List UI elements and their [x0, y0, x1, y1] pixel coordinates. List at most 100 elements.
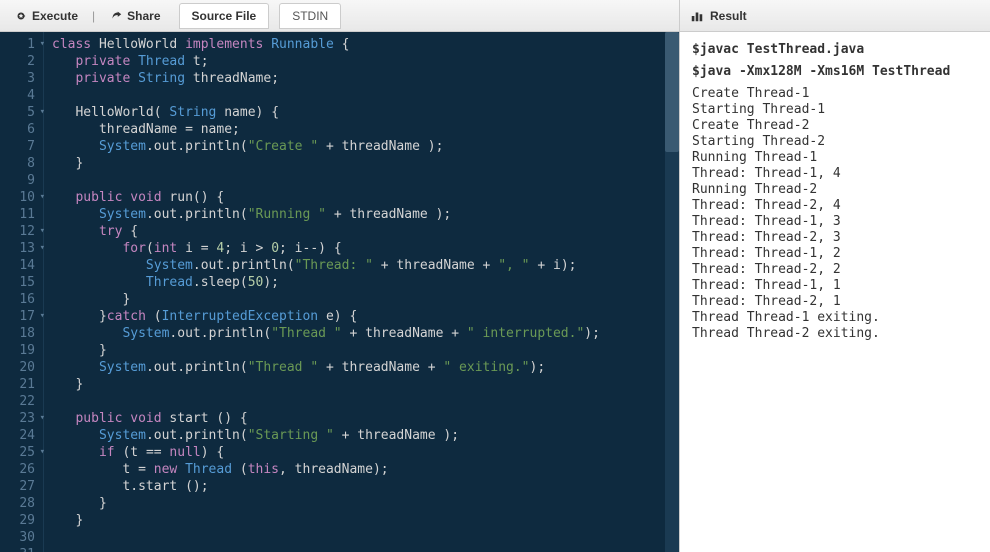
code-line[interactable]: public void run() {	[52, 189, 657, 206]
line-number: 2	[0, 53, 43, 70]
output-line: Thread: Thread-2, 3	[692, 230, 978, 246]
line-number: 24	[0, 427, 43, 444]
output-line: Thread Thread-2 exiting.	[692, 326, 978, 342]
code-line[interactable]: threadName = name;	[52, 121, 657, 138]
result-title: Result	[710, 9, 747, 23]
line-number: 22	[0, 393, 43, 410]
output-line: Create Thread-1	[692, 86, 978, 102]
line-number: 30	[0, 529, 43, 546]
line-number: 9	[0, 172, 43, 189]
output-line: Create Thread-2	[692, 118, 978, 134]
toolbar-separator: |	[92, 9, 95, 23]
line-number: 16	[0, 291, 43, 308]
output-line: Running Thread-1	[692, 150, 978, 166]
output-line: Thread: Thread-1, 1	[692, 278, 978, 294]
code-line[interactable]: t = new Thread (this, threadName);	[52, 461, 657, 478]
code-line[interactable]: public void start () {	[52, 410, 657, 427]
output-line: Starting Thread-1	[692, 102, 978, 118]
line-number: 21	[0, 376, 43, 393]
code-line[interactable]: System.out.println("Thread: " + threadNa…	[52, 257, 657, 274]
line-number: 15	[0, 274, 43, 291]
output-line: Thread: Thread-1, 2	[692, 246, 978, 262]
code-line[interactable]: }	[52, 495, 657, 512]
line-number: 23	[0, 410, 43, 427]
output-line: Running Thread-2	[692, 182, 978, 198]
execute-button[interactable]: Execute	[6, 5, 86, 27]
code-line[interactable]: try {	[52, 223, 657, 240]
execute-label: Execute	[32, 9, 78, 23]
line-number: 14	[0, 257, 43, 274]
line-number: 25	[0, 444, 43, 461]
line-number: 8	[0, 155, 43, 172]
line-number: 17	[0, 308, 43, 325]
code-line[interactable]: System.out.println("Starting " + threadN…	[52, 427, 657, 444]
tab-stdin[interactable]: STDIN	[279, 3, 341, 29]
line-gutter: 1234567891011121314151617181920212223242…	[0, 32, 44, 552]
result-cmd-compile: $javac TestThread.java	[692, 42, 978, 58]
code-line[interactable]	[52, 546, 657, 552]
code-line[interactable]: HelloWorld( String name) {	[52, 104, 657, 121]
code-editor[interactable]: 1234567891011121314151617181920212223242…	[0, 32, 679, 552]
line-number: 26	[0, 461, 43, 478]
output-line: Thread Thread-1 exiting.	[692, 310, 978, 326]
code-line[interactable]: System.out.println("Create " + threadNam…	[52, 138, 657, 155]
gear-run-icon	[14, 9, 28, 23]
line-number: 7	[0, 138, 43, 155]
code-line[interactable]: }	[52, 291, 657, 308]
code-area[interactable]: class HelloWorld implements Runnable { p…	[44, 32, 665, 552]
scroll-thumb[interactable]	[665, 32, 679, 152]
code-line[interactable]: System.out.println("Running " + threadNa…	[52, 206, 657, 223]
code-line[interactable]: private String threadName;	[52, 70, 657, 87]
line-number: 4	[0, 87, 43, 104]
code-line[interactable]: if (t == null) {	[52, 444, 657, 461]
line-number: 18	[0, 325, 43, 342]
output-line: Thread: Thread-1, 4	[692, 166, 978, 182]
code-line[interactable]: }catch (InterruptedException e) {	[52, 308, 657, 325]
code-line[interactable]: System.out.println("Thread " + threadNam…	[52, 325, 657, 342]
output-line: Starting Thread-2	[692, 134, 978, 150]
line-number: 3	[0, 70, 43, 87]
line-number: 10	[0, 189, 43, 206]
code-line[interactable]: System.out.println("Thread " + threadNam…	[52, 359, 657, 376]
code-line[interactable]: Thread.sleep(50);	[52, 274, 657, 291]
line-number: 6	[0, 121, 43, 138]
line-number: 11	[0, 206, 43, 223]
code-line[interactable]	[52, 87, 657, 104]
result-header: Result	[680, 0, 990, 32]
code-line[interactable]	[52, 529, 657, 546]
code-line[interactable]: }	[52, 376, 657, 393]
vertical-scrollbar[interactable]	[665, 32, 679, 552]
line-number: 12	[0, 223, 43, 240]
code-line[interactable]: }	[52, 342, 657, 359]
toolbar: Execute | Share Source File STDIN	[0, 0, 679, 32]
code-line[interactable]: class HelloWorld implements Runnable {	[52, 36, 657, 53]
output-line: Thread: Thread-1, 3	[692, 214, 978, 230]
output-line: Thread: Thread-2, 1	[692, 294, 978, 310]
result-panel: Result $javac TestThread.java $java -Xmx…	[680, 0, 990, 552]
code-line[interactable]: private Thread t;	[52, 53, 657, 70]
line-number: 19	[0, 342, 43, 359]
share-icon	[109, 9, 123, 23]
share-label: Share	[127, 9, 160, 23]
code-line[interactable]: for(int i = 4; i > 0; i--) {	[52, 240, 657, 257]
result-output: Create Thread-1Starting Thread-1Create T…	[692, 86, 978, 342]
code-line[interactable]: }	[52, 155, 657, 172]
result-cmd-run: $java -Xmx128M -Xms16M TestThread	[692, 64, 978, 80]
line-number: 29	[0, 512, 43, 529]
bar-chart-icon	[690, 9, 704, 23]
tab-source-file[interactable]: Source File	[179, 3, 270, 29]
editor-panel: Execute | Share Source File STDIN 123456…	[0, 0, 680, 552]
line-number: 13	[0, 240, 43, 257]
result-body: $javac TestThread.java $java -Xmx128M -X…	[680, 32, 990, 552]
share-button[interactable]: Share	[101, 5, 168, 27]
line-number: 5	[0, 104, 43, 121]
code-line[interactable]	[52, 393, 657, 410]
code-line[interactable]: t.start ();	[52, 478, 657, 495]
line-number: 1	[0, 36, 43, 53]
code-line[interactable]: }	[52, 512, 657, 529]
line-number: 27	[0, 478, 43, 495]
output-line: Thread: Thread-2, 2	[692, 262, 978, 278]
line-number: 28	[0, 495, 43, 512]
code-line[interactable]	[52, 172, 657, 189]
line-number: 31	[0, 546, 43, 552]
